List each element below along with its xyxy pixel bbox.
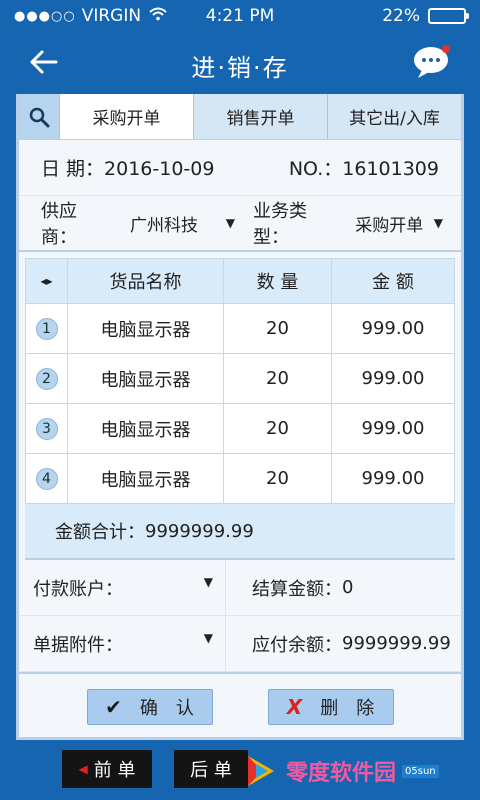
payment-account-label: 付款账户： [33,578,123,600]
search-icon[interactable] [19,94,59,139]
tab-bar: 采购开单 销售开单 其它出/入库 [19,94,461,140]
settle-value: 0 [342,577,354,598]
next-order-button[interactable]: 后 单 [174,750,248,788]
table-row[interactable]: 3 电脑显示器 20 999.00 [25,403,455,454]
payable-value: 9999999.99 [342,633,451,654]
quantity-cell[interactable]: 20 [223,353,332,404]
date-value: 2016-10-09 [104,158,215,180]
wifi-icon [149,7,167,25]
tab-other-inout[interactable]: 其它出/入库 [327,94,461,139]
col-amount: 金 额 [331,258,455,304]
row-index-badge: 4 [35,468,58,490]
signal-strength-icon: ●●●○○ [14,8,76,24]
biz-type-select[interactable]: 采购开单 [355,211,434,236]
watermark-badge: 05sun [402,764,439,778]
col-goods-name: 货品名称 [67,258,224,304]
watermark-logo-icon [248,756,274,786]
delete-x-icon: X [286,695,303,719]
row-index-badge: 1 [35,318,58,340]
payment-account-select[interactable]: 付款账户： ▼ [19,575,225,601]
settle-label: 结算金额： [252,578,342,600]
page-title: 进·销·存 [191,54,289,82]
date-field[interactable]: 日 期：2016-10-09 [41,154,214,181]
delete-label: 删 除 [320,698,375,719]
order-no-label: NO.： [288,158,343,180]
bottom-bar: ◀ 前 单 后 单 零度软件园 05sun [0,740,480,800]
supplier-type-row: 供应商： 广州科技 ▼ 业务类型： 采购开单 ▼ [19,196,461,252]
row-index-badge: 2 [35,368,58,390]
confirm-label: 确 认 [139,698,194,719]
goods-name-cell[interactable]: 电脑显示器 [67,453,224,504]
date-label: 日 期： [41,158,105,180]
order-number: NO.：16101309 [289,154,439,181]
amount-cell[interactable]: 999.00 [331,403,455,454]
next-label: 后 单 [190,760,232,781]
battery-icon [428,8,469,24]
watermark-text: 零度软件园 [286,761,397,786]
check-icon: ✔ [105,695,122,719]
attachment-row: 单据附件： ▼ 应付余额： 9999999.99 [19,616,461,672]
attachment-select[interactable]: 单据附件： ▼ [19,631,225,657]
caret-down-icon[interactable]: ▼ [204,631,213,657]
table-row[interactable]: 2 电脑显示器 20 999.00 [25,353,455,404]
prev-label: 前 单 [93,760,136,781]
amount-cell[interactable]: 999.00 [331,303,455,354]
delete-button[interactable]: X 删 除 [267,689,394,725]
table-row[interactable]: 4 电脑显示器 20 999.00 [25,453,455,504]
status-bar: ●●●○○ VIRGIN 4:21 PM 22% [0,0,480,32]
row-index-badge: 3 [35,418,58,440]
quantity-cell[interactable]: 20 [223,303,332,354]
amount-cell[interactable]: 999.00 [331,353,455,404]
quantity-cell[interactable]: 20 [223,453,332,504]
attachment-label: 单据附件： [33,634,123,656]
date-no-row: 日 期：2016-10-09 NO.：16101309 [19,140,461,196]
order-no-value: 16101309 [342,158,439,180]
total-label: 金额合计： [55,522,145,543]
supplier-label: 供应商： [41,201,77,248]
battery-percent: 22% [382,6,420,26]
carrier-name: VIRGIN [81,6,142,26]
amount-cell[interactable]: 999.00 [331,453,455,504]
caret-down-icon[interactable]: ▼ [204,575,213,601]
table-header-row: ◂▸ 货品名称 数 量 金 额 [25,258,455,304]
caret-down-icon[interactable]: ▼ [434,216,443,230]
message-bubble-icon[interactable] [412,44,452,80]
order-form-card: 采购开单 销售开单 其它出/入库 日 期：2016-10-09 NO.：1610… [16,94,464,740]
goods-name-cell[interactable]: 电脑显示器 [67,353,224,404]
goods-name-cell[interactable]: 电脑显示器 [67,303,224,354]
scroll-arrows-icon[interactable]: ◂▸ [25,258,68,304]
triangle-left-icon: ◀ [78,762,88,776]
total-value: 9999999.99 [145,520,254,542]
settle-amount: 结算金额： 0 [225,560,461,615]
tab-purchase[interactable]: 采购开单 [59,94,193,139]
goods-name-cell[interactable]: 电脑显示器 [67,403,224,454]
payable-balance: 应付余额： 9999999.99 [225,616,461,671]
prev-order-button[interactable]: ◀ 前 单 [62,750,152,788]
goods-table: ◂▸ 货品名称 数 量 金 额 1 电脑显示器 20 999.00 2 电脑显示… [25,258,455,504]
col-quantity: 数 量 [223,258,332,304]
tab-sales[interactable]: 销售开单 [193,94,327,139]
payment-account-row: 付款账户： ▼ 结算金额： 0 [19,560,461,616]
watermark: 零度软件园 05sun [244,748,480,794]
table-row[interactable]: 1 电脑显示器 20 999.00 [25,303,455,354]
nav-bar: 进·销·存 [0,32,480,94]
action-bar: ✔ 确 认 X 删 除 [19,672,461,740]
caret-down-icon[interactable]: ▼ [226,216,235,230]
total-amount-row: 金额合计： 9999999.99 [25,504,455,560]
payable-label: 应付余额： [252,634,342,656]
confirm-button[interactable]: ✔ 确 认 [86,689,213,725]
biz-type-label: 业务类型： [253,201,307,248]
quantity-cell[interactable]: 20 [223,403,332,454]
supplier-select[interactable]: 广州科技 [130,211,226,236]
